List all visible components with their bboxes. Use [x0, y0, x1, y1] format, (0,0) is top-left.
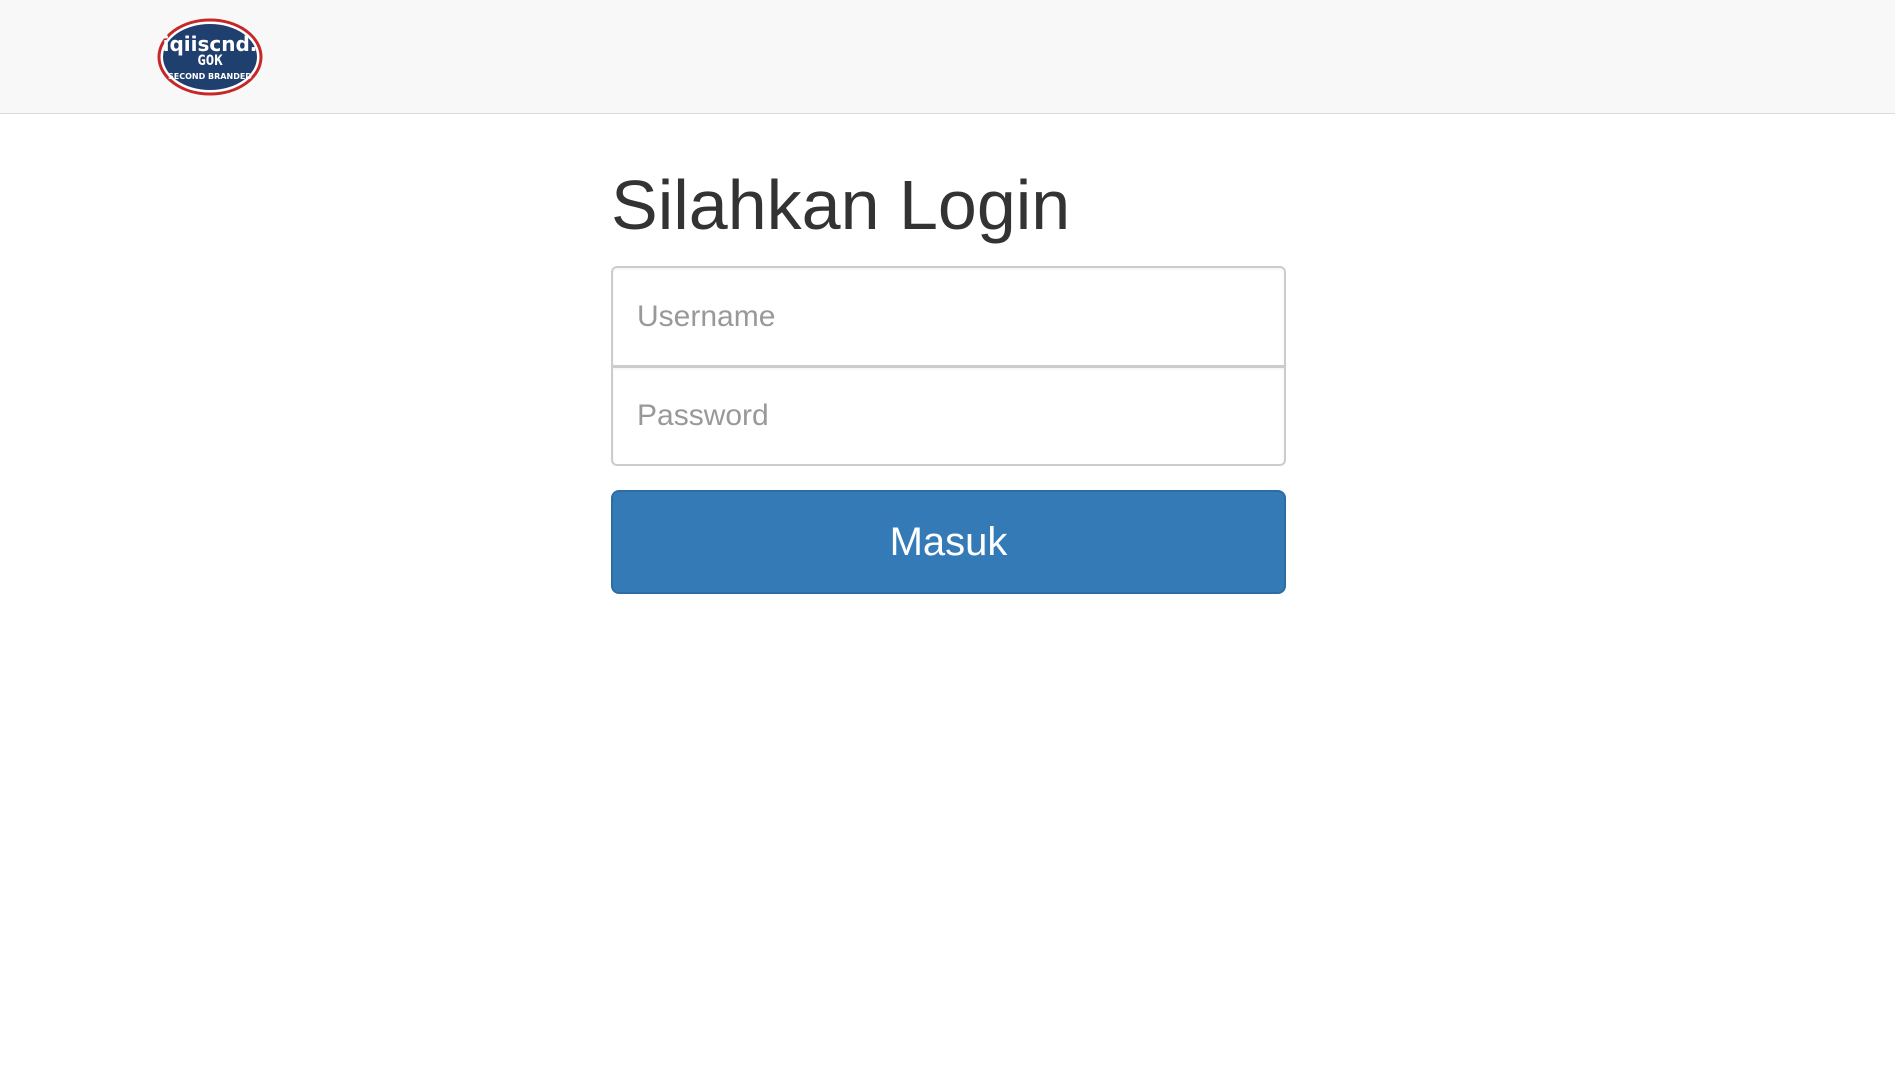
brand-logo-icon: iqiiscnd. GOK SECOND BRANDED	[157, 18, 263, 96]
logo-text-bottom: SECOND BRANDED	[168, 72, 252, 81]
logo-text-middle: GOK	[197, 53, 223, 69]
brand-logo[interactable]: iqiiscnd. GOK SECOND BRANDED	[157, 18, 263, 96]
page-title: Silahkan Login	[611, 166, 1071, 244]
username-input[interactable]	[611, 266, 1286, 366]
top-navbar: iqiiscnd. GOK SECOND BRANDED	[0, 0, 1895, 114]
password-input[interactable]	[611, 366, 1286, 466]
login-form: Silahkan Login Masuk	[611, 150, 1286, 594]
login-button[interactable]: Masuk	[611, 490, 1286, 594]
